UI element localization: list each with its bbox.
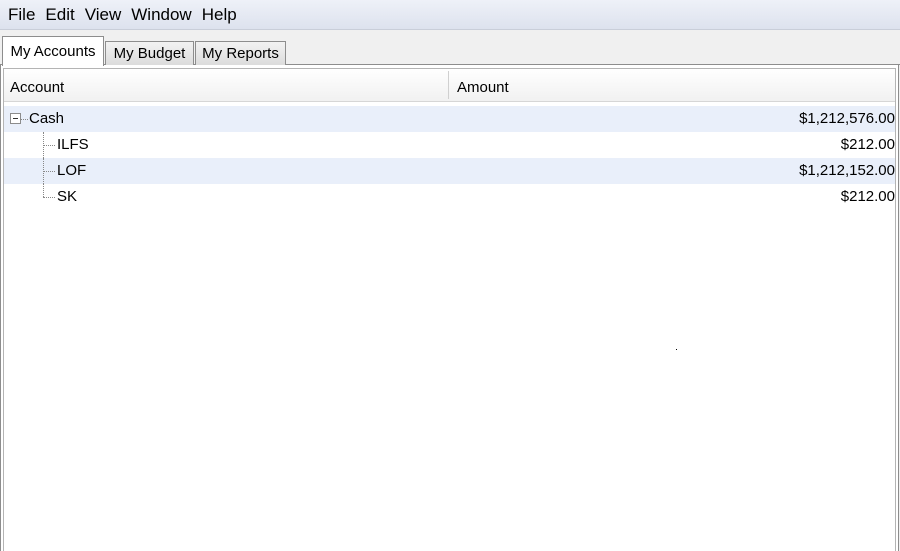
app-window: File Edit View Window Help My Accounts M… (0, 0, 900, 551)
account-name: LOF (57, 162, 87, 179)
tab-my-reports[interactable]: My Reports (195, 41, 286, 65)
tab-my-budget[interactable]: My Budget (105, 41, 194, 65)
table-header: Account Amount (4, 69, 895, 102)
column-header-amount[interactable]: Amount (451, 69, 895, 101)
cursor-artifact (676, 349, 677, 350)
amount-cell: $1,212,576.00 (799, 110, 895, 127)
table-rows: Cash $1,212,576.00 ILFS $212.00 LOF $1,2… (4, 106, 895, 210)
table-row[interactable]: LOF $1,212,152.00 (4, 158, 895, 184)
table-row[interactable]: Cash $1,212,576.00 (4, 106, 895, 132)
collapse-minus-icon[interactable] (10, 113, 21, 124)
menu-window[interactable]: Window (126, 0, 196, 30)
menu-view[interactable]: View (80, 0, 127, 30)
menu-help[interactable]: Help (197, 0, 242, 30)
tab-strip: My Accounts My Budget My Reports (0, 30, 900, 66)
amount-cell: $212.00 (840, 188, 895, 205)
tree-connector (43, 197, 55, 198)
account-cell: Cash (4, 106, 448, 132)
tab-my-accounts[interactable]: My Accounts (2, 36, 104, 66)
account-name: Cash (29, 110, 65, 127)
menu-bar: File Edit View Window Help (0, 0, 900, 30)
tree-connector (43, 145, 55, 146)
account-cell: SK (4, 184, 448, 210)
tree-connector (43, 171, 55, 172)
account-name: ILFS (57, 136, 89, 153)
amount-cell: $1,212,152.00 (799, 162, 895, 179)
menu-file[interactable]: File (3, 0, 40, 30)
accounts-panel: Account Amount Cash $1,212,576.00 ILFS $… (0, 65, 899, 551)
accounts-tree-table[interactable]: Account Amount Cash $1,212,576.00 ILFS $… (3, 68, 896, 551)
column-header-account[interactable]: Account (4, 69, 448, 101)
table-row[interactable]: SK $212.00 (4, 184, 895, 210)
tree-connector (21, 119, 28, 120)
tree-connector (43, 184, 44, 197)
account-name: SK (57, 188, 78, 205)
account-cell: ILFS (4, 132, 448, 158)
table-row[interactable]: ILFS $212.00 (4, 132, 895, 158)
menu-edit[interactable]: Edit (40, 0, 79, 30)
account-cell: LOF (4, 158, 448, 184)
column-separator[interactable] (448, 71, 449, 99)
amount-cell: $212.00 (840, 136, 895, 153)
